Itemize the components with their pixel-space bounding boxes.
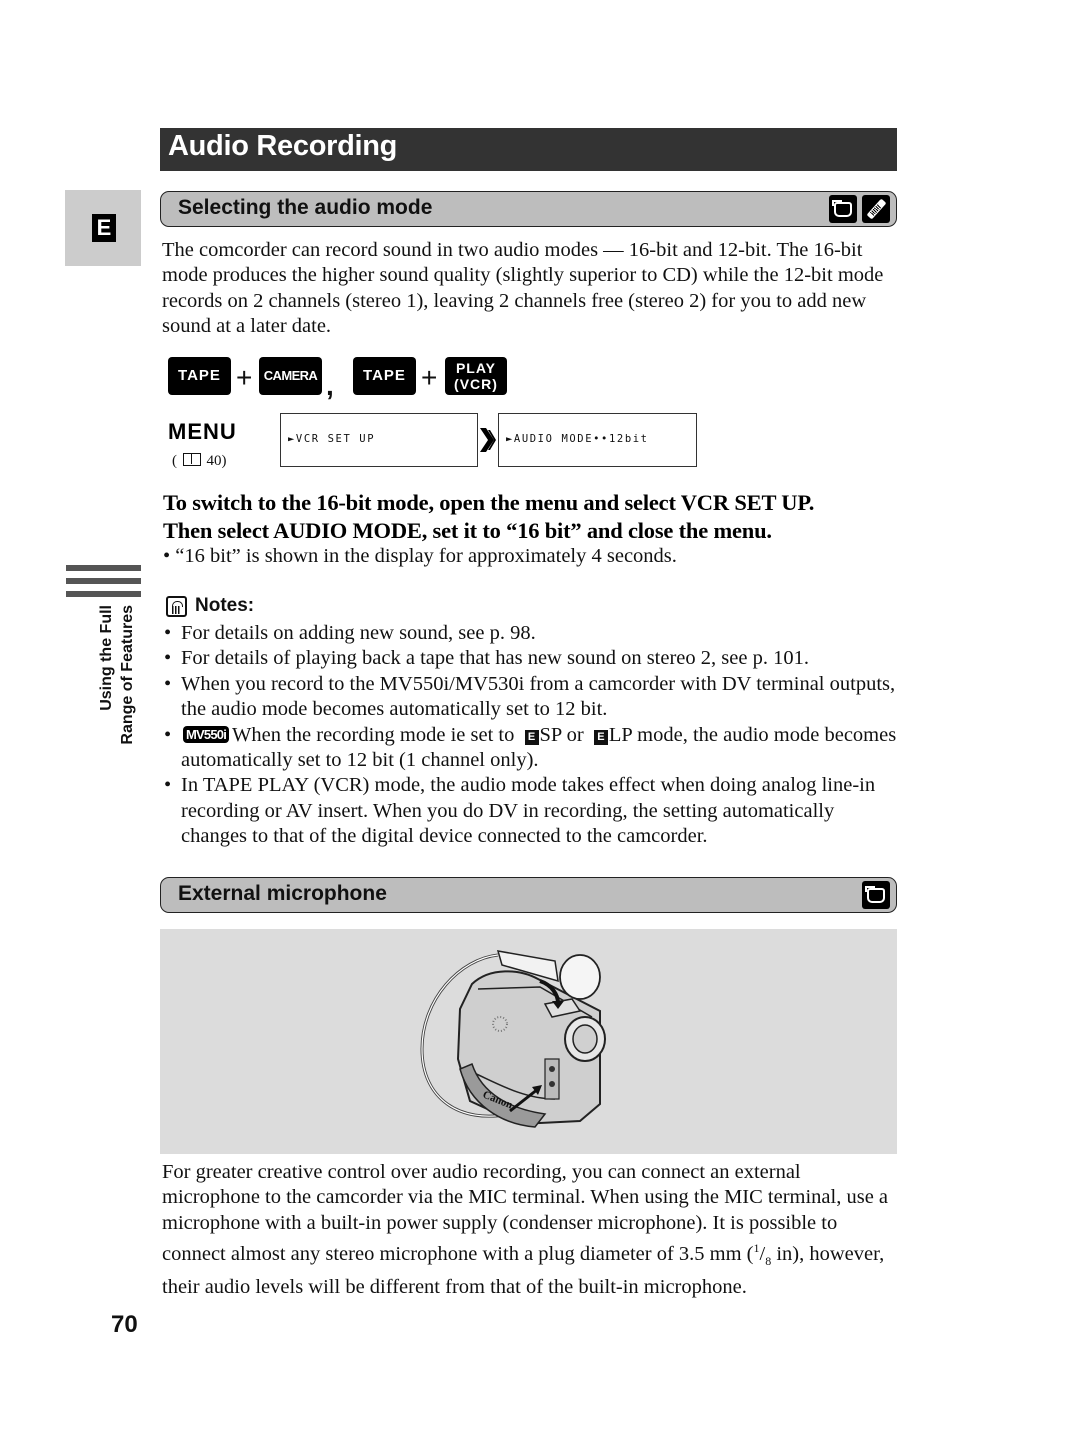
marker-bar	[66, 578, 141, 584]
section-header-audio-mode: Selecting the audio mode	[160, 191, 897, 227]
menu-screen-audio-mode: ►AUDIO MODE••12bit	[498, 413, 697, 467]
menu-screen-text: ►AUDIO MODE••12bit	[506, 433, 649, 445]
camcorder-mode-icon	[829, 195, 857, 223]
note-text: SP or	[539, 723, 589, 746]
double-chevron-right-icon	[480, 428, 496, 452]
display-note: • “16 bit” is shown in the display for a…	[163, 545, 677, 567]
menu-label: MENU	[168, 419, 237, 444]
play-vcr-mode-button: PLAY (VCR)	[445, 357, 507, 395]
chapter-side-label: Using the Full Range of Features	[96, 605, 146, 745]
tape-mode-button: TAPE	[168, 357, 231, 395]
instruction-line: To switch to the 16-bit mode, open the m…	[163, 490, 815, 515]
marker-bar	[66, 591, 141, 597]
camcorder-mode-icon	[862, 881, 890, 909]
section-heading: Selecting the audio mode	[178, 196, 433, 219]
notes-list: For details on adding new sound, see p. …	[163, 621, 903, 850]
menu-page-reference: ( 40)	[172, 453, 227, 470]
side-label-line: Range of Features	[119, 605, 136, 745]
intro-paragraph: The comcorder can record sound in two au…	[162, 239, 884, 338]
page-number: 70	[111, 1311, 138, 1338]
book-icon	[182, 453, 201, 466]
external-microphone-paragraph: For greater creative control over audio …	[162, 1160, 902, 1300]
camera-mode-button: CAMERA	[259, 357, 322, 395]
section-heading: External microphone	[178, 882, 387, 905]
e-mode-mark: E	[524, 729, 539, 745]
note-item: When you record to the MV550i/MV530i fro…	[163, 672, 903, 723]
notes-title: Notes:	[195, 595, 255, 616]
model-badge: MV550i	[183, 725, 230, 743]
note-item: MV550iWhen the recording mode ie set to …	[163, 723, 903, 774]
vcr-label: (VCR)	[454, 376, 498, 392]
plus-sign: +	[421, 362, 438, 393]
language-tab-label: E	[92, 214, 116, 242]
notes-header: Notes:	[166, 595, 254, 617]
ref-open: (	[172, 453, 177, 469]
language-tab: E	[65, 190, 141, 266]
side-label-line: Using the Full	[98, 605, 115, 711]
notes-icon	[166, 595, 187, 617]
menu-screen-text: ►VCR SET UP	[288, 433, 376, 445]
note-item: For details on adding new sound, see p. …	[163, 621, 903, 647]
section-header-external-microphone: External microphone	[160, 877, 897, 913]
camcorder-microphone-illustration: Canon	[420, 950, 606, 1128]
chapter-marker-bars	[66, 565, 141, 604]
instruction-text: To switch to the 16-bit mode, open the m…	[163, 489, 903, 545]
marker-bar	[66, 565, 141, 571]
page-title-bar: Audio Recording	[160, 128, 897, 171]
play-label: PLAY	[455, 360, 497, 376]
separator-comma: ,	[326, 370, 334, 401]
tape-mode-button: TAPE	[353, 357, 416, 395]
wireless-remote-icon	[862, 195, 890, 223]
menu-screen-vcr-setup: ►VCR SET UP	[280, 413, 478, 467]
note-item: In TAPE PLAY (VCR) mode, the audio mode …	[163, 773, 903, 849]
instruction-line: Then select AUDIO MODE, set it to “16 bi…	[163, 518, 772, 543]
illustration-panel: Canon	[160, 929, 897, 1154]
page-title: Audio Recording	[168, 130, 398, 162]
note-item: For details of playing back a tape that …	[163, 646, 903, 672]
note-text: When the recording mode ie set to	[232, 723, 520, 746]
e-mode-mark: E	[593, 729, 608, 745]
plus-sign: +	[236, 362, 253, 393]
ref-page: 40)	[206, 453, 227, 469]
